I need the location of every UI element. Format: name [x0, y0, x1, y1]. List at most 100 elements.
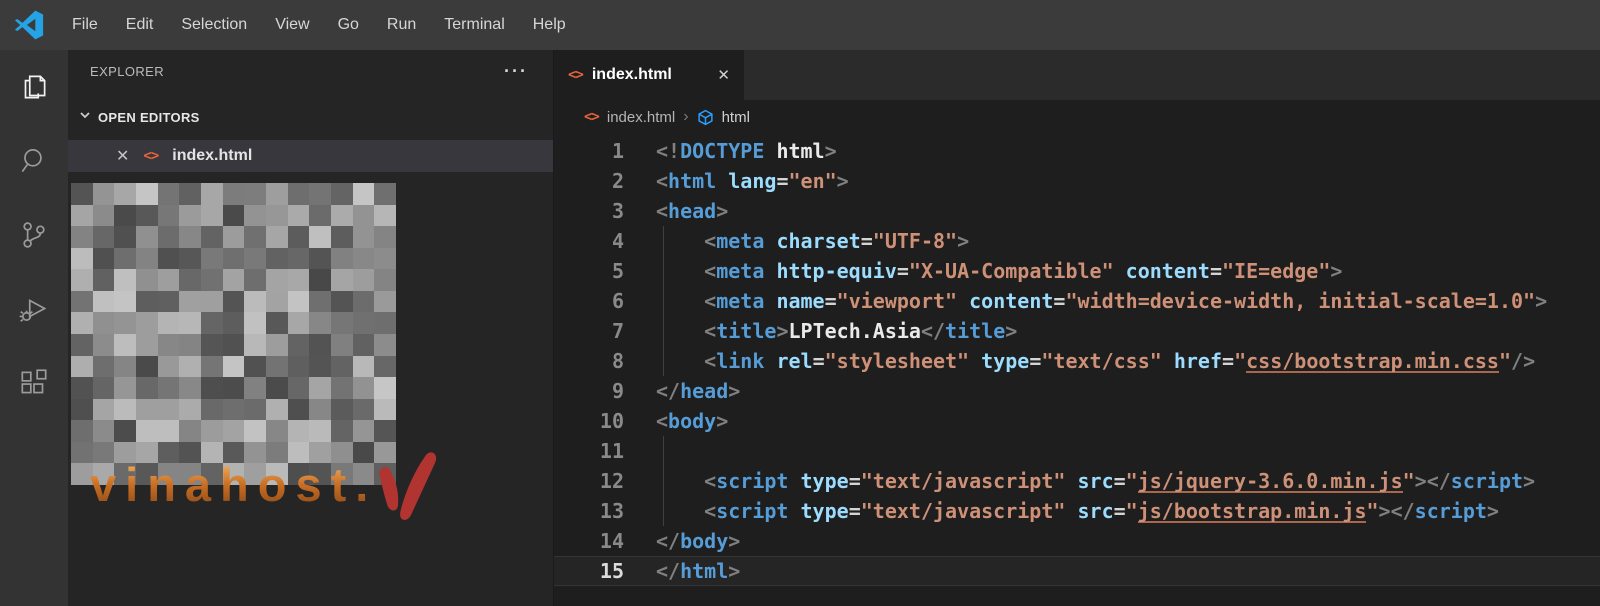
menu-item-file[interactable]: File: [58, 10, 112, 40]
line-number[interactable]: 7: [554, 316, 624, 346]
code-line[interactable]: 12 <script type="text/javascript" src="j…: [554, 466, 1600, 496]
line-number[interactable]: 11: [554, 436, 624, 466]
line-number[interactable]: 13: [554, 496, 624, 526]
mosaic-block: [92, 420, 115, 442]
code-line-content[interactable]: <meta name="viewport" content="width=dev…: [624, 286, 1600, 316]
menu-item-go[interactable]: Go: [324, 10, 373, 40]
run-debug-icon[interactable]: [0, 272, 68, 346]
code-token: http-equiv: [776, 259, 897, 283]
code-token: >: [836, 169, 849, 193]
mosaic-block: [71, 226, 93, 248]
code-token: "width=device-width, initial-scale=1.0": [1065, 289, 1536, 313]
code-line[interactable]: 11: [554, 436, 1600, 466]
code-line-content[interactable]: <!DOCTYPE html>: [624, 136, 1600, 166]
menu-item-view[interactable]: View: [261, 10, 323, 40]
mosaic-block: [265, 355, 288, 378]
code-line[interactable]: 4 <meta charset="UTF-8">: [554, 226, 1600, 256]
explorer-header: EXPLORER ···: [68, 50, 553, 92]
mosaic-block: [374, 377, 396, 399]
code-line[interactable]: 10 <body>: [554, 406, 1600, 436]
mosaic-block: [157, 377, 180, 399]
menu-item-run[interactable]: Run: [373, 10, 430, 40]
line-number[interactable]: 5: [554, 256, 624, 286]
code-token: >: [728, 559, 741, 583]
code-line-content[interactable]: <title>LPTech.Asia</title>: [624, 316, 1600, 346]
code-line[interactable]: 13 <script type="text/javascript" src="j…: [554, 496, 1600, 526]
mosaic-block: [179, 183, 201, 205]
search-icon[interactable]: [0, 124, 68, 198]
open-editors-header[interactable]: OPEN EDITORS: [68, 102, 553, 132]
code-line-content[interactable]: </html>: [624, 556, 1600, 586]
code-line-content[interactable]: <head>: [624, 196, 1600, 226]
source-control-icon[interactable]: [0, 198, 68, 272]
mosaic-block: [330, 183, 353, 205]
mosaic-block: [287, 398, 310, 421]
code-line[interactable]: 9 </head>: [554, 376, 1600, 406]
code-token: body: [668, 409, 717, 433]
code-line-content[interactable]: <link rel="stylesheet" type="text/css" h…: [624, 346, 1600, 376]
code-line-content[interactable]: </head>: [624, 376, 1600, 406]
code-line-content[interactable]: </body>: [624, 526, 1600, 556]
line-number[interactable]: 2: [554, 166, 624, 196]
mosaic-block: [352, 333, 375, 356]
line-number[interactable]: 12: [554, 466, 624, 496]
mosaic-block: [114, 312, 136, 334]
code-line[interactable]: 5 <meta http-equiv="X-UA-Compatible" con…: [554, 256, 1600, 286]
close-icon[interactable]: ✕: [717, 66, 730, 84]
code-line-content[interactable]: [624, 436, 1600, 466]
mosaic-block: [330, 290, 353, 313]
code-line-content[interactable]: <meta charset="UTF-8">: [624, 226, 1600, 256]
line-number[interactable]: 14: [554, 526, 624, 556]
more-actions-icon[interactable]: ···: [504, 61, 528, 82]
line-number[interactable]: 6: [554, 286, 624, 316]
code-token: <: [704, 259, 717, 283]
files-icon[interactable]: [0, 50, 68, 124]
code-line[interactable]: 15 </html>: [554, 556, 1600, 586]
code-line[interactable]: 14 </body>: [554, 526, 1600, 556]
mosaic-block: [157, 204, 180, 227]
breadcrumb-symbol[interactable]: html: [722, 109, 750, 126]
close-icon[interactable]: ✕: [116, 146, 129, 166]
line-number[interactable]: 10: [554, 406, 624, 436]
code-token: html: [668, 169, 717, 193]
code-line-content[interactable]: <script type="text/javascript" src="js/b…: [624, 496, 1600, 526]
tab-index-html[interactable]: <> index.html ✕: [554, 50, 744, 100]
line-number[interactable]: 8: [554, 346, 624, 376]
code-line[interactable]: 1 <!DOCTYPE html>: [554, 136, 1600, 166]
breadcrumb-file[interactable]: index.html: [607, 109, 675, 126]
code-line-content[interactable]: <html lang="en">: [624, 166, 1600, 196]
mosaic-block: [330, 312, 353, 334]
line-number[interactable]: 1: [554, 136, 624, 166]
code-token: html: [776, 139, 825, 163]
code-line[interactable]: 8 <link rel="stylesheet" type="text/css"…: [554, 346, 1600, 376]
code-line-content[interactable]: <meta http-equiv="X-UA-Compatible" conte…: [624, 256, 1600, 286]
code-line[interactable]: 6 <meta name="viewport" content="width=d…: [554, 286, 1600, 316]
open-editor-item-index-html[interactable]: ✕ <> index.html: [68, 140, 553, 172]
code-token: "UTF-8": [872, 229, 958, 253]
line-number[interactable]: 9: [554, 376, 624, 406]
mosaic-block: [114, 333, 136, 356]
line-number[interactable]: 15: [554, 556, 624, 586]
mosaic-block: [71, 247, 93, 270]
extensions-icon[interactable]: [0, 346, 68, 420]
code-line[interactable]: 3 <head>: [554, 196, 1600, 226]
menu-item-help[interactable]: Help: [519, 10, 580, 40]
mosaic-block: [135, 333, 158, 356]
code-line[interactable]: 7 <title>LPTech.Asia</title>: [554, 316, 1600, 346]
mosaic-block: [352, 377, 375, 399]
mosaic-block: [114, 420, 136, 442]
code-line-content[interactable]: <body>: [624, 406, 1600, 436]
code-line-content[interactable]: <script type="text/javascript" src="js/j…: [624, 466, 1600, 496]
code-line[interactable]: 2 <html lang="en">: [554, 166, 1600, 196]
line-number[interactable]: 3: [554, 196, 624, 226]
mosaic-block: [352, 420, 375, 442]
mosaic-block: [244, 398, 266, 421]
line-number[interactable]: 4: [554, 226, 624, 256]
menu-item-terminal[interactable]: Terminal: [430, 10, 518, 40]
menu-item-edit[interactable]: Edit: [112, 10, 168, 40]
code-token: "viewport": [836, 289, 958, 313]
mosaic-block: [179, 312, 201, 334]
menu-item-selection[interactable]: Selection: [167, 10, 261, 40]
